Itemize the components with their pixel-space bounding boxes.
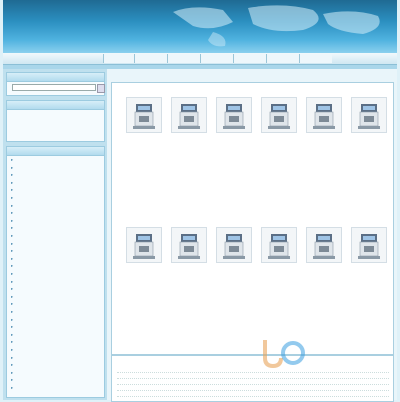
product-card[interactable] xyxy=(255,97,301,163)
product-caption[interactable] xyxy=(122,133,166,161)
main-nav xyxy=(3,53,397,65)
product-card[interactable] xyxy=(210,227,256,293)
instrument-icon xyxy=(178,104,200,129)
product-caption[interactable] xyxy=(212,263,256,291)
product-caption[interactable] xyxy=(212,133,256,161)
product-card[interactable] xyxy=(300,97,346,163)
header-banner xyxy=(3,0,397,53)
nav-item-3[interactable] xyxy=(167,54,200,63)
instrument-icon xyxy=(268,104,290,129)
links-panel xyxy=(6,100,105,142)
product-caption[interactable] xyxy=(122,263,166,291)
world-map-graphic xyxy=(173,5,380,47)
links-panel-title xyxy=(7,101,104,110)
product-caption[interactable] xyxy=(167,263,211,291)
product-image[interactable] xyxy=(306,227,342,263)
product-card[interactable] xyxy=(255,227,301,293)
instrument-icon xyxy=(223,104,245,129)
search-button[interactable] xyxy=(97,84,105,93)
product-image[interactable] xyxy=(261,227,297,263)
product-card[interactable] xyxy=(165,227,211,293)
product-image[interactable] xyxy=(351,227,387,263)
categories-panel xyxy=(6,146,105,398)
product-caption[interactable] xyxy=(302,133,346,161)
product-image[interactable] xyxy=(216,227,252,263)
product-card[interactable] xyxy=(120,227,166,293)
instrument-icon xyxy=(358,104,380,129)
product-image[interactable] xyxy=(261,97,297,133)
product-caption[interactable] xyxy=(257,133,301,161)
product-card[interactable] xyxy=(300,227,346,293)
product-caption[interactable] xyxy=(302,263,346,291)
product-image[interactable] xyxy=(126,227,162,263)
instrument-icon xyxy=(178,234,200,259)
instrument-icon xyxy=(133,234,155,259)
search-panel xyxy=(6,72,105,96)
product-card[interactable] xyxy=(345,227,391,293)
nav-item-7[interactable] xyxy=(299,54,332,63)
product-image[interactable] xyxy=(126,97,162,133)
product-card[interactable] xyxy=(165,97,211,163)
watermark xyxy=(255,332,395,400)
instrument-icon xyxy=(313,234,335,259)
search-panel-title xyxy=(7,73,104,82)
product-caption[interactable] xyxy=(347,133,391,161)
nav-item-2[interactable] xyxy=(134,54,167,63)
product-card[interactable] xyxy=(120,97,166,163)
product-image[interactable] xyxy=(351,97,387,133)
instrument-icon xyxy=(133,104,155,129)
instrument-icon xyxy=(358,234,380,259)
product-grid xyxy=(111,82,394,355)
product-image[interactable] xyxy=(306,97,342,133)
nav-item-4[interactable] xyxy=(200,54,233,63)
product-caption[interactable] xyxy=(167,133,211,161)
categories-panel-title xyxy=(7,147,104,156)
instrument-icon xyxy=(268,234,290,259)
instrument-icon xyxy=(223,234,245,259)
watermark-logo xyxy=(263,340,305,369)
product-caption[interactable] xyxy=(347,263,391,291)
nav-item-5[interactable] xyxy=(233,54,266,63)
product-card[interactable] xyxy=(210,97,256,163)
product-image[interactable] xyxy=(216,97,252,133)
search-input[interactable] xyxy=(12,84,96,91)
product-card[interactable] xyxy=(345,97,391,163)
product-image[interactable] xyxy=(171,227,207,263)
product-image[interactable] xyxy=(171,97,207,133)
product-caption[interactable] xyxy=(257,263,301,291)
nav-item-1[interactable] xyxy=(103,54,134,63)
watermark-subtitle xyxy=(255,392,395,400)
instrument-icon xyxy=(313,104,335,129)
sidebar xyxy=(3,69,107,400)
nav-item-6[interactable] xyxy=(266,54,299,63)
